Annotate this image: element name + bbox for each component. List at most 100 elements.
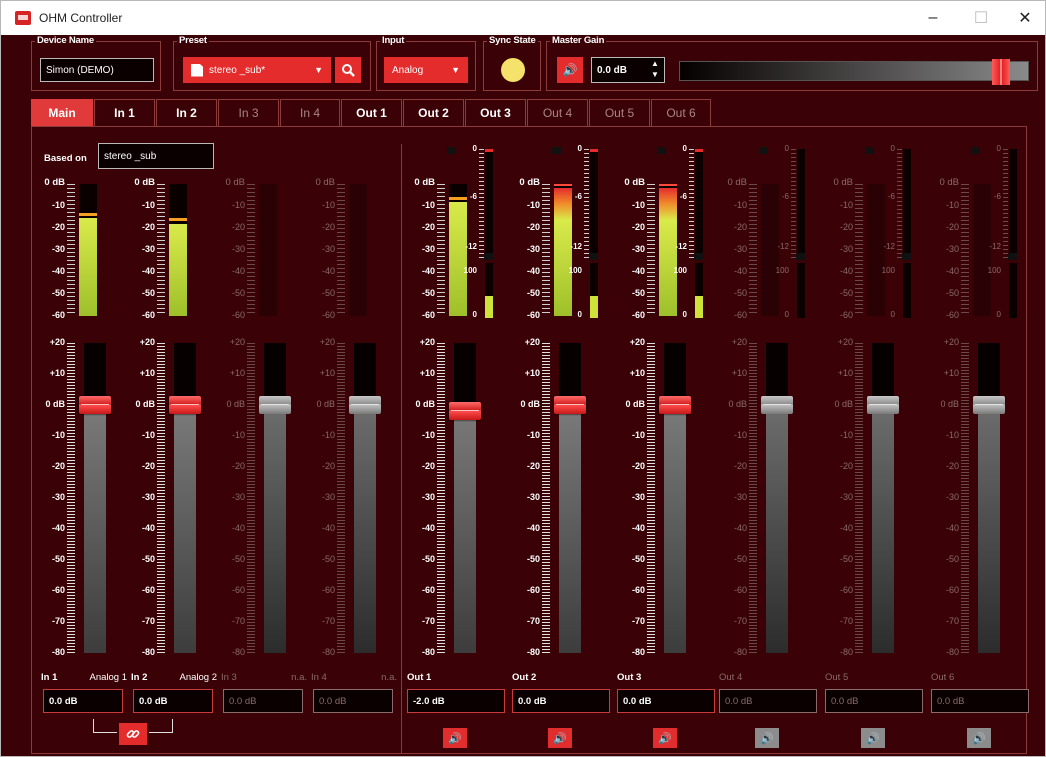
- tab-in-1[interactable]: In 1: [94, 99, 155, 126]
- output-mute-button[interactable]: 🔊: [755, 728, 779, 748]
- tab-in-2[interactable]: In 2: [156, 99, 217, 126]
- fader-track[interactable]: [766, 343, 788, 653]
- fader-handle[interactable]: [259, 396, 291, 414]
- fader-track[interactable]: [264, 343, 286, 653]
- minimize-button[interactable]: –: [911, 5, 955, 31]
- output-gain-field[interactable]: 0.0 dB: [931, 689, 1029, 713]
- limiter-ticks: [689, 149, 694, 259]
- sync-state-group: Sync State: [483, 35, 541, 91]
- meter-scale-label: -40: [839, 266, 853, 276]
- fader-handle[interactable]: [761, 396, 793, 414]
- master-gain-group: Master Gain 🔊 0.0 dB ▲ ▼: [546, 35, 1038, 91]
- fader-track[interactable]: [84, 343, 106, 653]
- meter-scale-label: -50: [631, 288, 645, 298]
- tab-out-6[interactable]: Out 6: [651, 99, 711, 126]
- output-gain-field[interactable]: -2.0 dB: [407, 689, 505, 713]
- tab-out-4[interactable]: Out 4: [527, 99, 588, 126]
- fader-scale-label: -40: [51, 523, 65, 533]
- close-button[interactable]: ✕: [1003, 5, 1046, 31]
- output-gain-field[interactable]: 0.0 dB: [719, 689, 817, 713]
- master-mute-button[interactable]: 🔊: [557, 57, 583, 83]
- limiter-ticks: [479, 149, 484, 259]
- meter-scale-label: -20: [839, 222, 853, 232]
- output-gain-field[interactable]: 0.0 dB: [617, 689, 715, 713]
- meter-scale-label: -60: [631, 310, 645, 320]
- input-label: Input: [380, 35, 407, 46]
- fader-scale-label: +10: [629, 368, 645, 378]
- limiter-clip-indicator: [447, 147, 456, 154]
- fader-track[interactable]: [664, 343, 686, 653]
- fader-handle[interactable]: [79, 396, 111, 414]
- meter-ticks: [337, 184, 345, 316]
- tab-in-4[interactable]: In 4: [280, 99, 340, 126]
- input-gain-field[interactable]: 0.0 dB: [313, 689, 393, 713]
- fader-handle[interactable]: [659, 396, 691, 414]
- meter-ticks: [749, 184, 757, 316]
- tab-out-3[interactable]: Out 3: [465, 99, 526, 126]
- meter-scale-label: 0 dB: [519, 177, 540, 188]
- level-meter-fill: [79, 218, 97, 316]
- preset-value: stereo _sub*: [209, 64, 266, 76]
- app-icon: [15, 11, 31, 25]
- fader-track[interactable]: [454, 343, 476, 653]
- fader-handle[interactable]: [169, 396, 201, 414]
- fader-scale-label: -80: [733, 647, 747, 657]
- input-dropdown[interactable]: Analog ▼: [384, 57, 468, 83]
- device-name-field[interactable]: Simon (DEMO): [40, 58, 154, 82]
- fader-scale-label: -30: [321, 492, 335, 502]
- tab-out-2[interactable]: Out 2: [403, 99, 464, 126]
- output-gain-field[interactable]: 0.0 dB: [825, 689, 923, 713]
- spinner-arrows-icon[interactable]: ▲ ▼: [651, 58, 659, 80]
- fader-scale-label: -50: [421, 554, 435, 564]
- fader-track[interactable]: [978, 343, 1000, 653]
- output-mute-button[interactable]: 🔊: [861, 728, 885, 748]
- fader-handle[interactable]: [973, 396, 1005, 414]
- limiter-scale-label: 100: [775, 266, 789, 275]
- meter-scale-label: -40: [631, 266, 645, 276]
- fader-handle[interactable]: [349, 396, 381, 414]
- output-channel-name: Out 5: [825, 672, 849, 683]
- link-button[interactable]: [119, 723, 147, 745]
- fader-handle[interactable]: [867, 396, 899, 414]
- fader-track[interactable]: [354, 343, 376, 653]
- output-gain-field[interactable]: 0.0 dB: [512, 689, 610, 713]
- meter-scale-label: -30: [231, 244, 245, 254]
- fader-handle[interactable]: [554, 396, 586, 414]
- preset-dropdown[interactable]: stereo _sub* ▼: [183, 57, 331, 83]
- input-value: Analog: [392, 64, 424, 76]
- preset-search-button[interactable]: [335, 57, 361, 83]
- output-mute-button[interactable]: 🔊: [548, 728, 572, 748]
- maximize-button[interactable]: ☐: [959, 5, 1003, 31]
- fader-track[interactable]: [559, 343, 581, 653]
- fader-scale-label: +20: [319, 337, 335, 347]
- meter-scale-label: -60: [141, 310, 155, 320]
- meter-scale-label: -20: [321, 222, 335, 232]
- meter-scale-label: -60: [945, 310, 959, 320]
- input-gain-field[interactable]: 0.0 dB: [133, 689, 213, 713]
- fader-scale-label: +10: [49, 368, 65, 378]
- fader-track[interactable]: [174, 343, 196, 653]
- master-gain-slider[interactable]: [679, 59, 1029, 85]
- fader-track[interactable]: [872, 343, 894, 653]
- meter-scale-label: -40: [733, 266, 747, 276]
- tab-out-1[interactable]: Out 1: [341, 99, 402, 126]
- input-gain-field[interactable]: 0.0 dB: [43, 689, 123, 713]
- limiter-clip-indicator: [759, 147, 768, 154]
- tab-in-3[interactable]: In 3: [218, 99, 279, 126]
- output-mute-button[interactable]: 🔊: [443, 728, 467, 748]
- output-channel-name: Out 2: [512, 672, 537, 683]
- fader-ticks: [337, 343, 345, 653]
- tab-out-5[interactable]: Out 5: [589, 99, 650, 126]
- meter-scale-label: -20: [231, 222, 245, 232]
- meter-scale-label: 0 dB: [134, 177, 155, 188]
- fader-ticks: [855, 343, 863, 653]
- fader-scale-label: -70: [231, 616, 245, 626]
- input-gain-field[interactable]: 0.0 dB: [223, 689, 303, 713]
- master-gain-slider-handle[interactable]: [991, 59, 1010, 85]
- meter-ticks: [157, 184, 165, 316]
- based-on-field[interactable]: stereo _sub: [98, 143, 214, 169]
- tab-main[interactable]: Main: [31, 99, 93, 126]
- output-mute-button[interactable]: 🔊: [967, 728, 991, 748]
- fader-handle[interactable]: [449, 402, 481, 421]
- output-mute-button[interactable]: 🔊: [653, 728, 677, 748]
